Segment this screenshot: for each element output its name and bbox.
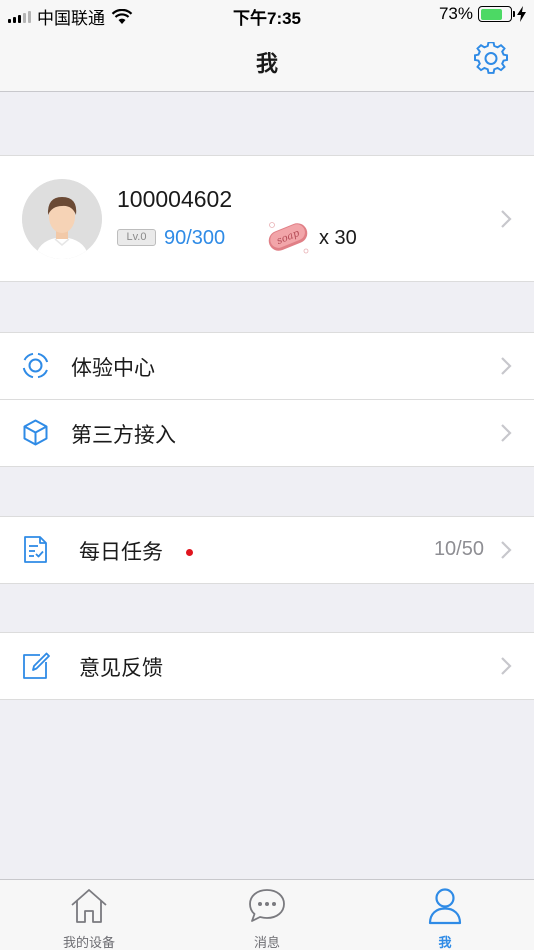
tab-me[interactable]: 我	[356, 880, 534, 950]
tab-my-devices[interactable]: 我的设备	[0, 880, 178, 950]
chevron-right-icon	[501, 210, 512, 228]
page-title: 我	[255, 52, 278, 77]
level-badge: Lv.0	[117, 229, 156, 246]
battery-percent: 73%	[438, 4, 473, 23]
soap-icon: soap	[268, 222, 309, 254]
person-icon	[428, 888, 462, 925]
menu-label-experience-center: 体验中心	[71, 356, 155, 380]
avatar	[22, 179, 102, 259]
tab-bar: 我的设备 消息 我	[0, 879, 534, 950]
divider	[0, 699, 534, 700]
menu-item-third-party[interactable]: 第三方接入	[0, 400, 534, 466]
tab-label: 我	[438, 936, 452, 950]
daily-tasks-count: 10/50	[433, 538, 484, 560]
divider	[0, 466, 534, 467]
notification-dot	[186, 549, 193, 556]
chat-bubble-icon	[249, 889, 285, 922]
cube-icon	[23, 419, 48, 446]
battery-icon	[478, 6, 515, 22]
chevron-right-icon	[501, 424, 512, 442]
settings-gear-icon[interactable]	[474, 42, 508, 76]
experience-center-icon	[22, 352, 49, 379]
edit-feedback-icon	[23, 652, 50, 679]
chevron-right-icon	[501, 657, 512, 675]
menu-label-feedback: 意见反馈	[79, 656, 163, 680]
divider	[0, 583, 534, 584]
experience-progress: 90/300	[164, 227, 226, 249]
menu-item-experience-center[interactable]: 体验中心	[0, 333, 534, 399]
charging-bolt-icon	[517, 6, 526, 22]
menu-item-daily-tasks[interactable]: 每日任务 10/50	[0, 517, 534, 583]
chevron-right-icon	[501, 541, 512, 559]
task-checklist-icon	[24, 536, 47, 563]
user-id: 100004602	[117, 186, 233, 212]
chevron-right-icon	[501, 357, 512, 375]
status-bar: 中国联通 下午7:35 73%	[0, 0, 534, 30]
profile-card[interactable]: 100004602 Lv.0 90/300 soap x 30	[0, 155, 534, 282]
tab-label: 消息	[253, 936, 280, 950]
menu-label-daily-tasks: 每日任务	[79, 540, 163, 564]
navigation-bar: 我	[0, 30, 534, 92]
tab-label: 我的设备	[62, 936, 115, 950]
home-icon	[71, 889, 107, 923]
menu-label-third-party: 第三方接入	[71, 423, 176, 447]
soap-count: x 30	[319, 227, 357, 249]
tab-messages[interactable]: 消息	[178, 880, 356, 950]
menu-item-feedback[interactable]: 意见反馈	[0, 633, 534, 699]
